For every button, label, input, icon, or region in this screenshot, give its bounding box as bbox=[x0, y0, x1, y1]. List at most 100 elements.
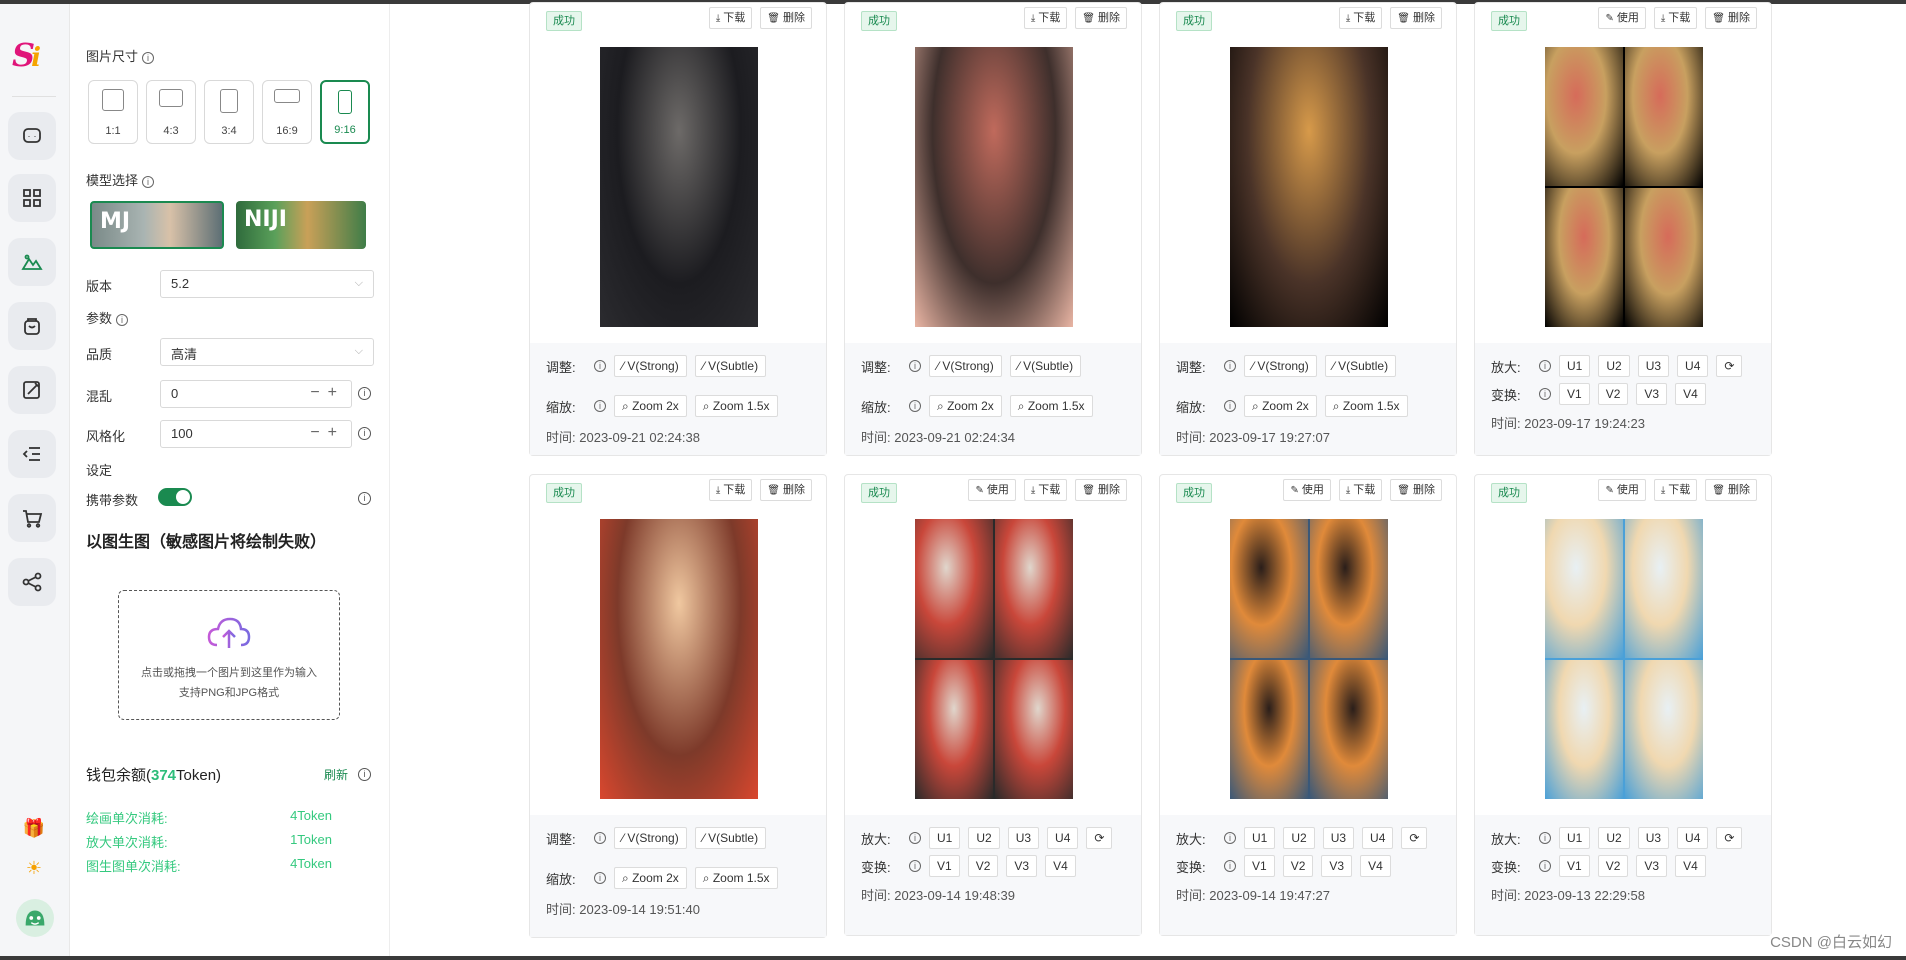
download-button[interactable]: ⤓ 下载 bbox=[1023, 7, 1068, 29]
variation-v4-button[interactable]: V4 bbox=[1675, 383, 1706, 405]
grid-icon[interactable] bbox=[8, 174, 56, 222]
download-button[interactable]: ⤓ 下载 bbox=[1023, 479, 1068, 501]
variation-v2-button[interactable]: V2 bbox=[1597, 855, 1629, 877]
download-button[interactable]: ⤓ 下载 bbox=[1338, 7, 1383, 29]
info-icon[interactable]: i bbox=[909, 360, 921, 372]
variation-v3-button[interactable]: V3 bbox=[1006, 855, 1038, 877]
delete-button[interactable]: 🗑 删除 bbox=[760, 7, 812, 29]
zoom-2x-button[interactable]: ⌕ Zoom 2x bbox=[614, 867, 687, 889]
upscale-u3-button[interactable]: U3 bbox=[1322, 827, 1355, 849]
sun-icon[interactable]: ☀ bbox=[22, 856, 46, 880]
vary-subtle-button[interactable]: ⁄ V(Subtle) bbox=[1324, 355, 1397, 377]
info-icon[interactable]: i bbox=[358, 387, 371, 400]
model-option-mj[interactable]: MJ bbox=[90, 201, 224, 249]
generated-image[interactable] bbox=[1230, 519, 1388, 799]
use-button[interactable]: ✎ 使用 bbox=[1283, 479, 1331, 501]
reroll-icon[interactable]: ⟳ bbox=[1401, 827, 1428, 849]
image-upload-dropzone[interactable]: 点击或拖拽一个图片到这里作为输入 支持PNG和JPG格式 bbox=[118, 590, 340, 720]
upscale-u3-button[interactable]: U3 bbox=[1637, 827, 1670, 849]
delete-button[interactable]: 🗑 删除 bbox=[1390, 7, 1442, 29]
delete-button[interactable]: 🗑 删除 bbox=[1705, 7, 1757, 29]
info-icon[interactable]: i bbox=[594, 872, 606, 884]
upscale-u3-button[interactable]: U3 bbox=[1007, 827, 1040, 849]
info-icon[interactable]: i bbox=[1539, 388, 1551, 400]
carry-params-toggle[interactable] bbox=[158, 488, 192, 506]
info-icon[interactable]: i bbox=[358, 768, 371, 781]
generated-image[interactable] bbox=[600, 47, 758, 327]
variation-v3-button[interactable]: V3 bbox=[1636, 855, 1668, 877]
upscale-u1-button[interactable]: U1 bbox=[1244, 827, 1276, 849]
info-icon[interactable]: i bbox=[1539, 860, 1551, 872]
upscale-u2-button[interactable]: U2 bbox=[1283, 827, 1315, 849]
reroll-icon[interactable]: ⟳ bbox=[1086, 827, 1113, 849]
bag-icon[interactable] bbox=[8, 302, 56, 350]
zoom-1-5x-button[interactable]: ⌕ Zoom 1.5x bbox=[694, 867, 778, 889]
variation-v4-button[interactable]: V4 bbox=[1675, 855, 1706, 877]
size-option-16-9[interactable]: 16:9 bbox=[262, 80, 312, 144]
info-icon[interactable]: i bbox=[358, 492, 371, 505]
variation-v4-button[interactable]: V4 bbox=[1360, 855, 1391, 877]
upscale-u4-button[interactable]: U4 bbox=[1677, 355, 1709, 377]
variation-v1-button[interactable]: V1 bbox=[929, 855, 960, 877]
delete-button[interactable]: 🗑 删除 bbox=[1075, 479, 1127, 501]
info-icon[interactable]: i bbox=[142, 175, 155, 188]
variation-v1-button[interactable]: V1 bbox=[1559, 383, 1590, 405]
stylize-stepper[interactable]: 100 −+ bbox=[160, 420, 352, 448]
info-icon[interactable]: i bbox=[1539, 360, 1551, 372]
vary-strong-button[interactable]: ⁄ V(Strong) bbox=[614, 827, 687, 849]
zoom-2x-button[interactable]: ⌕ Zoom 2x bbox=[1244, 395, 1317, 417]
info-icon[interactable]: i bbox=[142, 51, 155, 64]
delete-button[interactable]: 🗑 删除 bbox=[1075, 7, 1127, 29]
use-button[interactable]: ✎ 使用 bbox=[968, 479, 1016, 501]
generated-image[interactable] bbox=[1230, 47, 1388, 327]
use-button[interactable]: ✎ 使用 bbox=[1598, 479, 1646, 501]
upscale-u1-button[interactable]: U1 bbox=[1559, 827, 1591, 849]
stepper-controls[interactable]: −+ bbox=[310, 384, 345, 402]
zoom-2x-button[interactable]: ⌕ Zoom 2x bbox=[614, 395, 687, 417]
upscale-u1-button[interactable]: U1 bbox=[1559, 355, 1591, 377]
size-option-1-1[interactable]: 1:1 bbox=[88, 80, 138, 144]
generated-image[interactable] bbox=[1545, 47, 1703, 327]
upscale-u2-button[interactable]: U2 bbox=[1598, 827, 1630, 849]
info-icon[interactable]: i bbox=[1539, 832, 1551, 844]
delete-button[interactable]: 🗑 删除 bbox=[1390, 479, 1442, 501]
generated-image[interactable] bbox=[600, 519, 758, 799]
info-icon[interactable]: i bbox=[1224, 832, 1236, 844]
upscale-u4-button[interactable]: U4 bbox=[1047, 827, 1079, 849]
delete-button[interactable]: 🗑 删除 bbox=[1705, 479, 1757, 501]
download-button[interactable]: ⤓ 下载 bbox=[1338, 479, 1383, 501]
upscale-u4-button[interactable]: U4 bbox=[1362, 827, 1394, 849]
size-option-4-3[interactable]: 4:3 bbox=[146, 80, 196, 144]
zoom-2x-button[interactable]: ⌕ Zoom 2x bbox=[929, 395, 1002, 417]
variation-v2-button[interactable]: V2 bbox=[1597, 383, 1629, 405]
variation-v2-button[interactable]: V2 bbox=[967, 855, 999, 877]
chaos-stepper[interactable]: 0 −+ bbox=[160, 380, 352, 408]
vary-strong-button[interactable]: ⁄ V(Strong) bbox=[1244, 355, 1317, 377]
share-icon[interactable] bbox=[8, 558, 56, 606]
info-icon[interactable]: i bbox=[909, 860, 921, 872]
variation-v4-button[interactable]: V4 bbox=[1045, 855, 1076, 877]
size-option-9-16[interactable]: 9:16 bbox=[320, 80, 370, 144]
generated-image[interactable] bbox=[915, 519, 1073, 799]
upscale-u1-button[interactable]: U1 bbox=[929, 827, 961, 849]
info-icon[interactable]: i bbox=[358, 427, 371, 440]
download-button[interactable]: ⤓ 下载 bbox=[1653, 7, 1698, 29]
info-icon[interactable]: i bbox=[1224, 400, 1236, 412]
download-button[interactable]: ⤓ 下载 bbox=[1653, 479, 1698, 501]
generated-image[interactable] bbox=[915, 47, 1073, 327]
upscale-u2-button[interactable]: U2 bbox=[1598, 355, 1630, 377]
variation-v1-button[interactable]: V1 bbox=[1244, 855, 1275, 877]
info-icon[interactable]: i bbox=[1224, 360, 1236, 372]
upscale-u3-button[interactable]: U3 bbox=[1637, 355, 1670, 377]
variation-v3-button[interactable]: V3 bbox=[1636, 383, 1668, 405]
vary-subtle-button[interactable]: ⁄ V(Subtle) bbox=[694, 355, 767, 377]
variation-v1-button[interactable]: V1 bbox=[1559, 855, 1590, 877]
version-select[interactable]: 5.2 ⌵ bbox=[160, 270, 374, 298]
list-indent-icon[interactable] bbox=[8, 430, 56, 478]
vary-strong-button[interactable]: ⁄ V(Strong) bbox=[614, 355, 687, 377]
model-option-niji[interactable]: NIJI bbox=[236, 201, 366, 249]
vary-subtle-button[interactable]: ⁄ V(Subtle) bbox=[1009, 355, 1082, 377]
use-button[interactable]: ✎ 使用 bbox=[1598, 7, 1646, 29]
chat-icon[interactable] bbox=[8, 112, 56, 160]
variation-v3-button[interactable]: V3 bbox=[1321, 855, 1353, 877]
